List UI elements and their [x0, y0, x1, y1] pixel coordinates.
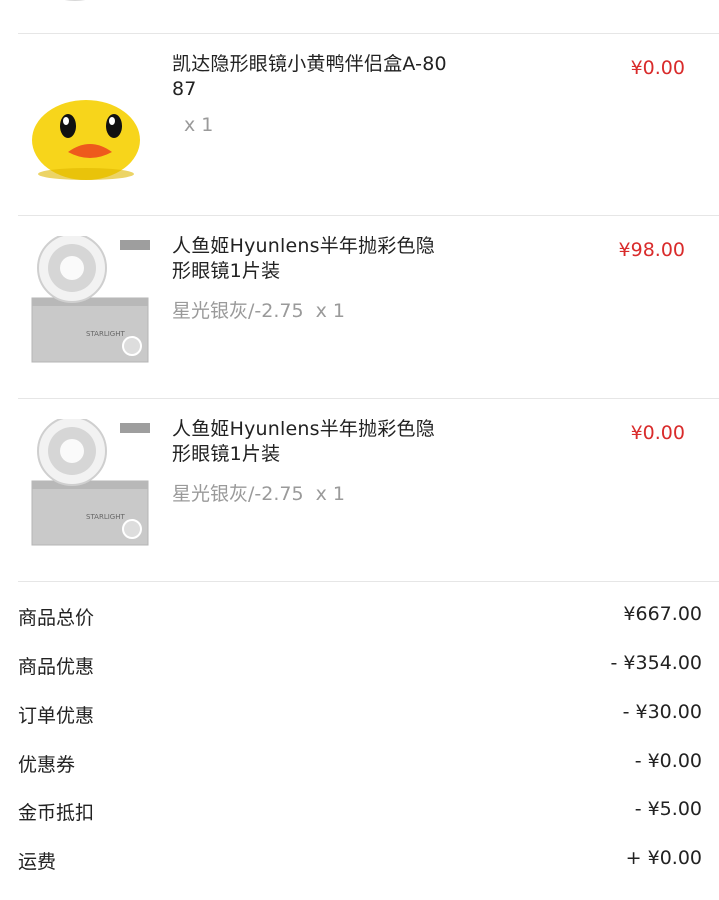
item-quantity: x 1	[315, 300, 345, 322]
item-price: ¥0.00	[630, 57, 685, 79]
svg-text:STARLIGHT: STARLIGHT	[86, 513, 125, 521]
item-spec: x 1	[172, 114, 213, 136]
summary-label: 商品总价	[18, 607, 95, 629]
summary-label: 订单优惠	[18, 705, 95, 727]
item-price: ¥0.00	[630, 422, 685, 444]
item-spec: 星光银灰/-2.75 x 1	[172, 479, 345, 506]
summary-order-discount: 订单优惠 - ¥30.00	[18, 701, 702, 731]
partial-product-thumbnail	[40, 0, 110, 6]
summary-coin-deduction: 金币抵扣 - ¥5.00	[18, 798, 702, 828]
item-price: ¥98.00	[618, 239, 685, 261]
summary-item-discount: 商品优惠 - ¥354.00	[18, 652, 702, 682]
summary-subtotal: 商品总价 ¥667.00	[18, 603, 702, 633]
item-spec-text: 星光银灰/-2.75	[172, 483, 304, 505]
summary-label: 金币抵扣	[18, 802, 95, 824]
summary-shipping: 运费 + ¥0.00	[18, 847, 702, 877]
summary-label: 商品优惠	[18, 656, 95, 678]
summary-value: - ¥0.00	[634, 750, 702, 772]
summary-label: 优惠券	[18, 754, 76, 776]
item-name: 凯达隐形眼镜小黄鸭伴侣盒A-80 87	[172, 53, 447, 100]
item-quantity: x 1	[184, 114, 214, 136]
order-item[interactable]: STARLIGHT 人鱼姬Hyunlens半年抛彩色隐 形眼镜1片装 星光银灰/…	[0, 399, 719, 581]
summary-value: - ¥30.00	[622, 701, 702, 723]
order-item[interactable]: STARLIGHT 人鱼姬Hyunlens半年抛彩色隐 形眼镜1片装 星光银灰/…	[0, 216, 719, 398]
item-name: 人鱼姬Hyunlens半年抛彩色隐 形眼镜1片装	[172, 235, 435, 282]
item-name: 人鱼姬Hyunlens半年抛彩色隐 形眼镜1片装	[172, 418, 435, 465]
divider	[18, 581, 719, 582]
duck-case-icon	[28, 92, 152, 182]
item-spec: 星光银灰/-2.75 x 1	[172, 296, 345, 323]
summary-value: ¥667.00	[623, 603, 702, 625]
summary-value: - ¥354.00	[610, 652, 702, 674]
item-spec-text: 星光银灰/-2.75	[172, 300, 304, 322]
contact-lens-box-icon: STARLIGHT	[28, 416, 152, 549]
summary-coupon: 优惠券 - ¥0.00	[18, 750, 702, 780]
summary-value: - ¥5.00	[634, 798, 702, 820]
order-item[interactable]: 凯达隐形眼镜小黄鸭伴侣盒A-80 87 x 1 ¥0.00	[0, 34, 719, 216]
svg-text:STARLIGHT: STARLIGHT	[86, 330, 125, 338]
summary-label: 运费	[18, 851, 57, 873]
summary-value: + ¥0.00	[625, 847, 702, 869]
contact-lens-box-icon: STARLIGHT	[28, 233, 152, 366]
item-quantity: x 1	[315, 483, 345, 505]
